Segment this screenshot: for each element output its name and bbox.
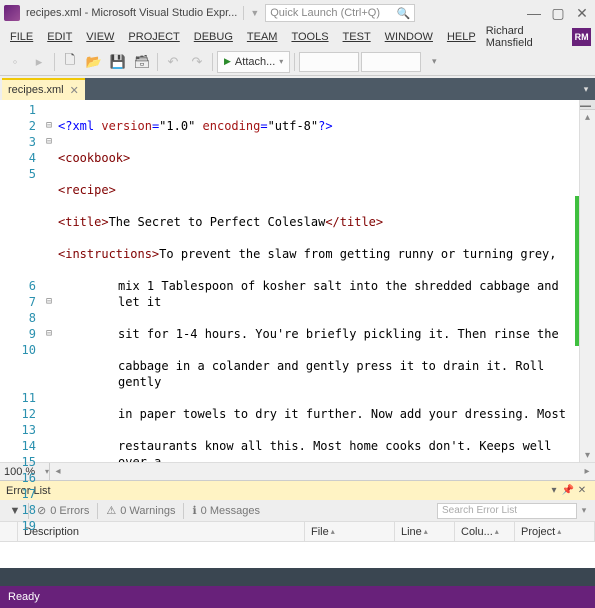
separator xyxy=(243,6,244,20)
code-area[interactable]: <?xml version="1.0" encoding="utf-8"?> <… xyxy=(56,100,579,462)
separator xyxy=(54,53,55,71)
redo-button[interactable]: ↷ xyxy=(186,51,208,73)
error-list-title: Error List xyxy=(6,485,547,497)
menu-edit[interactable]: EDIT xyxy=(41,29,78,45)
close-panel-icon[interactable]: ✕ xyxy=(575,485,589,496)
horizontal-scrollbar[interactable] xyxy=(66,466,579,478)
scroll-down-icon[interactable]: ▾ xyxy=(580,448,595,462)
close-button[interactable]: ✕ xyxy=(573,5,591,22)
scroll-right-icon[interactable]: ▸ xyxy=(579,466,595,477)
vertical-scrollbar[interactable]: — ▴ ▾ xyxy=(579,100,595,462)
status-text: Ready xyxy=(8,591,40,603)
chevron-down-icon: ▾ xyxy=(279,57,283,66)
maximize-button[interactable]: ▢ xyxy=(549,5,567,22)
quick-launch-placeholder: Quick Launch (Ctrl+Q) xyxy=(270,7,380,19)
separator xyxy=(157,53,158,71)
menu-debug[interactable]: DEBUG xyxy=(188,29,239,45)
nav-back-button[interactable]: ◦ xyxy=(4,51,26,73)
undo-button[interactable]: ↶ xyxy=(162,51,184,73)
menu-tools[interactable]: TOOLS xyxy=(285,29,334,45)
new-project-button[interactable]: 🗋 xyxy=(59,51,81,73)
close-tab-icon[interactable]: ✕ xyxy=(70,84,79,97)
menu-team[interactable]: TEAM xyxy=(241,29,284,45)
separator xyxy=(294,53,295,71)
info-icon: ℹ xyxy=(192,504,196,517)
vs-logo-icon xyxy=(4,5,20,21)
window-position-icon[interactable]: ▾ xyxy=(547,485,561,496)
warning-icon: ⚠ xyxy=(106,504,116,517)
save-button[interactable]: 💾 xyxy=(107,51,129,73)
document-tab-label: recipes.xml xyxy=(8,84,64,96)
separator xyxy=(212,53,213,71)
nav-fwd-button[interactable]: ▸ xyxy=(28,51,50,73)
menu-test[interactable]: TEST xyxy=(337,29,377,45)
attach-label: Attach... xyxy=(235,56,275,68)
code-editor[interactable]: 12345 678910 111213141516171819 ⊟⊟ ⊟ ⊟ <… xyxy=(0,100,595,462)
split-handle[interactable]: — xyxy=(580,100,595,110)
tab-list-dropdown[interactable]: ▾ xyxy=(577,78,595,100)
save-all-button[interactable]: 🗃 xyxy=(131,51,153,73)
error-list-body xyxy=(0,542,595,568)
search-icon: 🔍 xyxy=(397,7,411,20)
scroll-up-icon[interactable]: ▴ xyxy=(580,110,595,124)
tab-well xyxy=(85,78,577,100)
toolbar-overflow[interactable]: ▾ xyxy=(423,51,445,73)
attach-button[interactable]: ▶ Attach... ▾ xyxy=(217,51,290,73)
quick-launch-input[interactable]: Quick Launch (Ctrl+Q) 🔍 xyxy=(265,4,415,22)
messages-filter[interactable]: ℹ0 Messages xyxy=(186,504,266,517)
pin-icon[interactable]: 📌 xyxy=(561,485,575,496)
error-list-columns[interactable]: Description File▴ Line▴ Colu...▴ Project… xyxy=(0,522,595,542)
warnings-filter[interactable]: ⚠0 Warnings xyxy=(100,504,181,517)
menu-help[interactable]: HELP xyxy=(441,29,482,45)
errors-filter[interactable]: ⊘0 Errors xyxy=(31,504,95,517)
minimize-button[interactable]: — xyxy=(525,5,543,21)
line-number-gutter: 12345 678910 111213141516171819 xyxy=(0,100,42,462)
open-file-button[interactable]: 📂 xyxy=(83,51,105,73)
menu-window[interactable]: WINDOW xyxy=(379,29,439,45)
solution-platform-combo[interactable] xyxy=(361,52,421,72)
menu-file[interactable]: FILE xyxy=(4,29,39,45)
fold-gutter[interactable]: ⊟⊟ ⊟ ⊟ xyxy=(42,100,56,462)
search-dropdown-icon[interactable]: ▾ xyxy=(577,505,591,516)
layout-dropdown-icon[interactable]: ▼ xyxy=(250,8,259,18)
user-badge[interactable]: RM xyxy=(572,28,591,46)
signed-in-user[interactable]: Richard Mansfield xyxy=(486,25,571,49)
divider-bar xyxy=(0,568,595,586)
status-bar: Ready xyxy=(0,586,595,608)
window-title: recipes.xml - Microsoft Visual Studio Ex… xyxy=(26,7,237,19)
solution-config-combo[interactable] xyxy=(299,52,359,72)
menu-project[interactable]: PROJECT xyxy=(122,29,185,45)
menu-view[interactable]: VIEW xyxy=(80,29,120,45)
change-indicator xyxy=(575,196,579,346)
document-tab-recipes[interactable]: recipes.xml ✕ xyxy=(2,78,85,100)
play-icon: ▶ xyxy=(224,56,231,67)
error-search-input[interactable]: Search Error List xyxy=(437,503,577,519)
